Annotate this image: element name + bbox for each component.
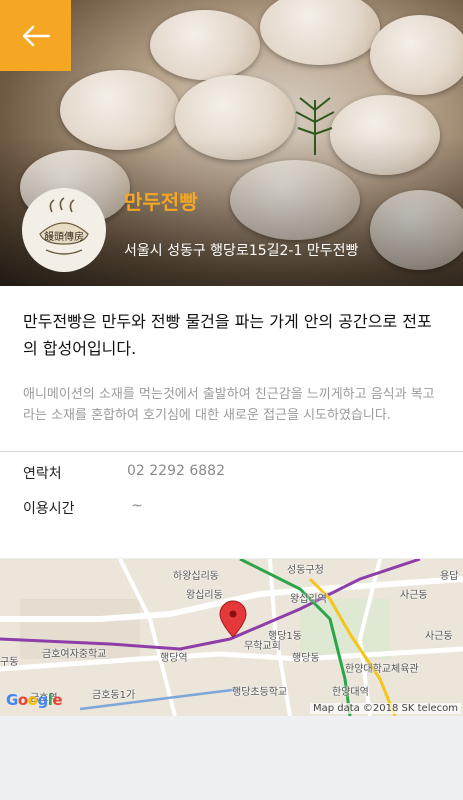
map-label: 한양대역 <box>332 687 369 698</box>
map-label: 사근동 <box>425 631 453 642</box>
map-label: 행당초등학교 <box>232 687 288 698</box>
back-button[interactable] <box>0 0 71 71</box>
hours-value: ~ <box>131 498 143 514</box>
shop-address: 서울시 성동구 행당로15길2-1 만두전빵 <box>124 243 359 259</box>
arrow-left-icon <box>22 25 50 46</box>
dumpling-shape <box>370 15 463 95</box>
shop-logo: 饅頭傳房 <box>22 188 106 272</box>
location-map[interactable]: 성동구청 하왕십리동 왕십리동 왕십리역 용답 사근동 무학교회 행당1동 사근… <box>0 559 463 716</box>
dumpling-shape <box>150 10 260 80</box>
map-label: 왕십리역 <box>290 594 327 605</box>
map-label: 금호여자중학교 <box>42 649 107 660</box>
divider <box>0 451 463 452</box>
logo-image: 饅頭傳房 <box>39 197 89 255</box>
contact-label: 연락처 <box>23 466 62 482</box>
map-label: 구동 <box>0 657 19 668</box>
hours-label: 이용시간 <box>23 501 75 517</box>
map-label: 행당동 <box>292 653 320 664</box>
map-attribution: Map data ©2018 SK telecom <box>309 703 461 714</box>
map-label: 성동구청 <box>287 565 324 576</box>
contact-value[interactable]: 02 2292 6882 <box>127 463 225 479</box>
map-label: 행당1동 <box>268 631 302 642</box>
shop-description: 애니메이션의 소재를 먹는것에서 출발하여 친근감을 느끼게하고 음식과 복고라… <box>23 387 435 423</box>
map-label: 사근동 <box>400 590 428 601</box>
shop-name: 만두전빵 <box>124 190 198 214</box>
map-label: 하왕십리동 <box>173 571 219 582</box>
bottom-spacer <box>0 716 463 800</box>
shop-headline: 만두전빵은 만두와 전빵 물건을 파는 가게 안의 공간으로 전포의 합성어입니… <box>23 312 432 358</box>
logo-text: 饅頭傳房 <box>44 230 84 243</box>
google-logo: Google <box>6 691 63 709</box>
dumpling-shape <box>260 0 380 65</box>
map-label: 금호동1가 <box>92 690 136 701</box>
map-label: 왕십리동 <box>186 590 223 601</box>
map-label: 행당역 <box>160 653 188 664</box>
shop-info-card: 만두전빵은 만두와 전빵 물건을 파는 가게 안의 공간으로 전포의 합성어입니… <box>0 286 463 558</box>
map-label: 한양대학교체육관 <box>345 664 419 675</box>
map-label: 용답 <box>440 571 459 582</box>
